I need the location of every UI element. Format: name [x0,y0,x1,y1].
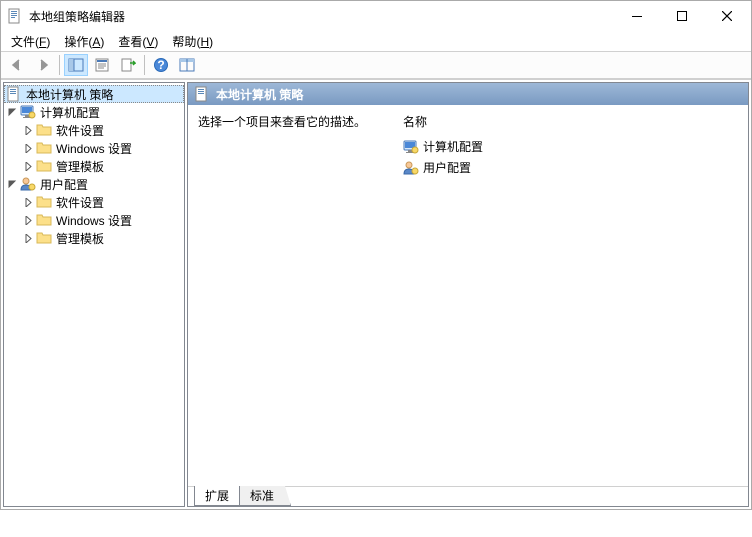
body: 本地计算机 策略 计算机配置 软件设置 [1,79,751,509]
expand-icon[interactable] [22,214,34,226]
menubar: 文件(F) 操作(A) 查看(V) 帮助(H) [1,31,751,51]
menu-action[interactable]: 操作(A) [58,31,110,52]
expand-icon[interactable] [22,196,34,208]
list-header-name: 名称 [403,113,738,130]
svg-text:?: ? [157,58,164,72]
policy-icon [194,86,210,102]
tree-computer-admin[interactable]: 管理模板 [4,157,184,175]
minimize-button[interactable] [614,2,659,30]
tree-user-admin-label: 管理模板 [56,230,104,247]
tree-user-windows-label: Windows 设置 [56,212,132,229]
content-body: 选择一个项目来查看它的描述。 名称 计算机配置 用户配置 [188,105,748,486]
expand-icon[interactable] [22,142,34,154]
collapse-icon[interactable] [6,106,18,118]
tree: 本地计算机 策略 计算机配置 软件设置 [4,83,184,249]
toolbar-separator [59,55,60,75]
collapse-icon[interactable] [6,178,18,190]
window-controls [614,2,749,30]
content-header: 本地计算机 策略 [188,83,748,105]
back-button[interactable] [5,54,29,76]
list-item-user[interactable]: 用户配置 [403,157,738,178]
content-pane: 本地计算机 策略 选择一个项目来查看它的描述。 名称 计算机配置 [187,82,749,507]
tree-root[interactable]: 本地计算机 策略 [4,85,184,103]
help-button[interactable]: ? [149,54,173,76]
menu-file[interactable]: 文件(F) [5,31,56,52]
tree-user-label: 用户配置 [40,176,88,193]
tab-standard[interactable]: 标准 [239,486,291,506]
tree-pane[interactable]: 本地计算机 策略 计算机配置 软件设置 [3,82,185,507]
window-title: 本地组策略编辑器 [29,8,614,25]
expand-icon[interactable] [22,124,34,136]
policy-icon [6,86,22,102]
tree-computer-label: 计算机配置 [40,104,100,121]
expand-icon[interactable] [22,160,34,172]
tree-computer-software[interactable]: 软件设置 [4,121,184,139]
expand-icon[interactable] [22,232,34,244]
close-button[interactable] [704,2,749,30]
list-item-label: 用户配置 [423,159,471,176]
content-list-area: 名称 计算机配置 用户配置 [403,113,738,478]
filter-button[interactable] [175,54,199,76]
tree-user-config[interactable]: 用户配置 [4,175,184,193]
toolbar-separator-2 [144,55,145,75]
tree-windows-label: Windows 设置 [56,140,132,157]
titlebar: 本地组策略编辑器 [1,1,751,31]
folder-icon [36,140,52,156]
tab-extended[interactable]: 扩展 [194,486,240,506]
tree-software-label: 软件设置 [56,122,104,139]
tabs-bar: 扩展 标准 [188,486,748,506]
tree-user-admin[interactable]: 管理模板 [4,229,184,247]
tree-user-windows[interactable]: Windows 设置 [4,211,184,229]
folder-icon [36,230,52,246]
folder-icon [36,122,52,138]
folder-icon [36,158,52,174]
folder-icon [36,194,52,210]
export-button[interactable] [116,54,140,76]
tree-root-label: 本地计算机 策略 [26,86,113,103]
forward-button[interactable] [31,54,55,76]
list-item-computer[interactable]: 计算机配置 [403,136,738,157]
main-window: 本地组策略编辑器 文件(F) 操作(A) 查看(V) 帮助(H) [0,0,752,510]
show-hide-tree-button[interactable] [64,54,88,76]
menu-view[interactable]: 查看(V) [112,31,164,52]
maximize-button[interactable] [659,2,704,30]
folder-icon [36,212,52,228]
user-icon [20,176,36,192]
content-header-title: 本地计算机 策略 [216,86,303,103]
tree-user-software-label: 软件设置 [56,194,104,211]
toolbar: ? [1,51,751,79]
tree-computer-config[interactable]: 计算机配置 [4,103,184,121]
properties-button[interactable] [90,54,114,76]
user-icon [403,160,419,176]
tree-computer-windows[interactable]: Windows 设置 [4,139,184,157]
tree-user-software[interactable]: 软件设置 [4,193,184,211]
content-description-area: 选择一个项目来查看它的描述。 [198,113,403,478]
content-description: 选择一个项目来查看它的描述。 [198,113,403,130]
menu-help[interactable]: 帮助(H) [166,31,219,52]
computer-icon [20,104,36,120]
app-icon [7,8,23,24]
list-item-label: 计算机配置 [423,138,483,155]
computer-icon [403,139,419,155]
tree-admin-label: 管理模板 [56,158,104,175]
